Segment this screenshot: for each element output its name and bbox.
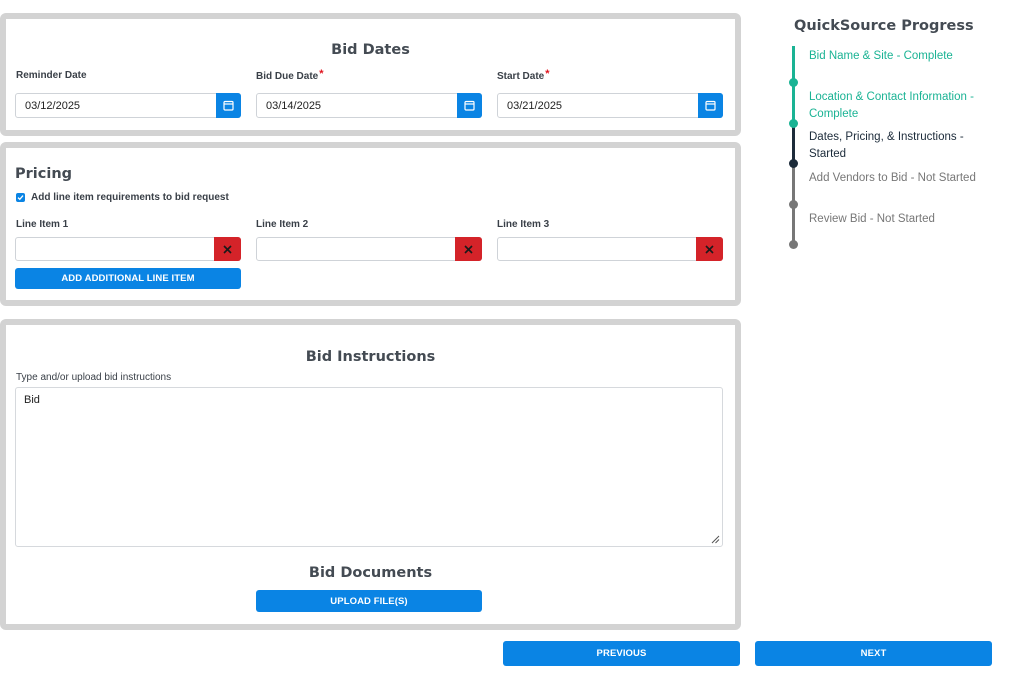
reminder-date-value: 03/12/2025: [25, 100, 81, 112]
start-date-input[interactable]: 03/21/2025: [497, 93, 723, 118]
next-button[interactable]: NEXT: [755, 641, 992, 666]
progress-dot-5: [789, 240, 798, 249]
close-icon: [464, 244, 473, 254]
checkbox-icon[interactable]: [16, 193, 25, 202]
line-item-1-input[interactable]: [15, 237, 241, 261]
progress-step-4: Add Vendors to Bid - Not Started: [809, 172, 976, 184]
start-date-value: 03/21/2025: [507, 100, 563, 112]
add-line-item-button[interactable]: ADD ADDITIONAL LINE ITEM: [15, 268, 241, 289]
reminder-date-calendar-button[interactable]: [216, 93, 241, 118]
required-marker: *: [545, 68, 550, 80]
resize-handle-icon[interactable]: [711, 535, 720, 544]
bid-due-date-value: 03/14/2025: [266, 100, 322, 112]
bid-documents-title: Bid Documents: [308, 565, 433, 581]
line-item-1-delete-button[interactable]: [214, 237, 241, 261]
start-date-label: Start Date*: [497, 68, 550, 82]
line-item-1-label: Line Item 1: [16, 219, 69, 230]
bid-instructions-title: Bid Instructions: [305, 349, 436, 365]
close-icon: [705, 244, 714, 254]
progress-dot-4: [789, 200, 798, 209]
close-icon: [223, 244, 232, 254]
start-date-calendar-button[interactable]: [698, 93, 723, 118]
line-item-requirements-checkbox-row[interactable]: Add line item requirements to bid reques…: [16, 192, 229, 203]
previous-button[interactable]: PREVIOUS: [503, 641, 740, 666]
checkbox-label: Add line item requirements to bid reques…: [31, 192, 229, 203]
line-item-2-label: Line Item 2: [256, 219, 309, 230]
line-item-3-label: Line Item 3: [497, 219, 550, 230]
calendar-icon: [705, 100, 716, 111]
bid-instructions-panel: Bid Instructions Type and/or upload bid …: [0, 319, 741, 630]
line-item-3-delete-button[interactable]: [696, 237, 723, 261]
progress-step-1: Bid Name & Site - Complete: [809, 50, 953, 62]
instructions-hint: Type and/or upload bid instructions: [16, 372, 172, 383]
progress-track-started: [792, 124, 795, 163]
line-item-2-input[interactable]: [256, 237, 482, 261]
progress-dot-2: [789, 119, 798, 128]
progress-step-2: Location & Contact Information - Complet…: [809, 91, 974, 120]
bid-due-date-label: Bid Due Date*: [256, 68, 324, 82]
bid-dates-panel: Bid Dates Reminder Date 03/12/2025 Bid D…: [0, 13, 741, 136]
progress-dot-1: [789, 78, 798, 87]
bid-due-date-input[interactable]: 03/14/2025: [256, 93, 482, 118]
progress-title: QuickSource Progress: [794, 18, 974, 34]
progress-step-3: Dates, Pricing, & Instructions - Started: [809, 131, 964, 160]
progress-dot-3: [789, 159, 798, 168]
line-item-2-delete-button[interactable]: [455, 237, 482, 261]
bid-dates-title: Bid Dates: [331, 42, 410, 58]
progress-step-5: Review Bid - Not Started: [809, 213, 935, 225]
reminder-date-label: Reminder Date: [16, 70, 87, 81]
reminder-date-input[interactable]: 03/12/2025: [15, 93, 241, 118]
instructions-textarea[interactable]: Bid: [15, 387, 723, 547]
pricing-panel: Pricing Add line item requirements to bi…: [0, 142, 741, 306]
bid-due-date-calendar-button[interactable]: [457, 93, 482, 118]
instructions-text: Bid: [24, 394, 40, 406]
upload-files-button[interactable]: UPLOAD FILE(S): [256, 590, 482, 612]
calendar-icon: [223, 100, 234, 111]
pricing-title: Pricing: [15, 166, 73, 182]
calendar-icon: [464, 100, 475, 111]
line-item-3-input[interactable]: [497, 237, 723, 261]
required-marker: *: [319, 68, 324, 80]
